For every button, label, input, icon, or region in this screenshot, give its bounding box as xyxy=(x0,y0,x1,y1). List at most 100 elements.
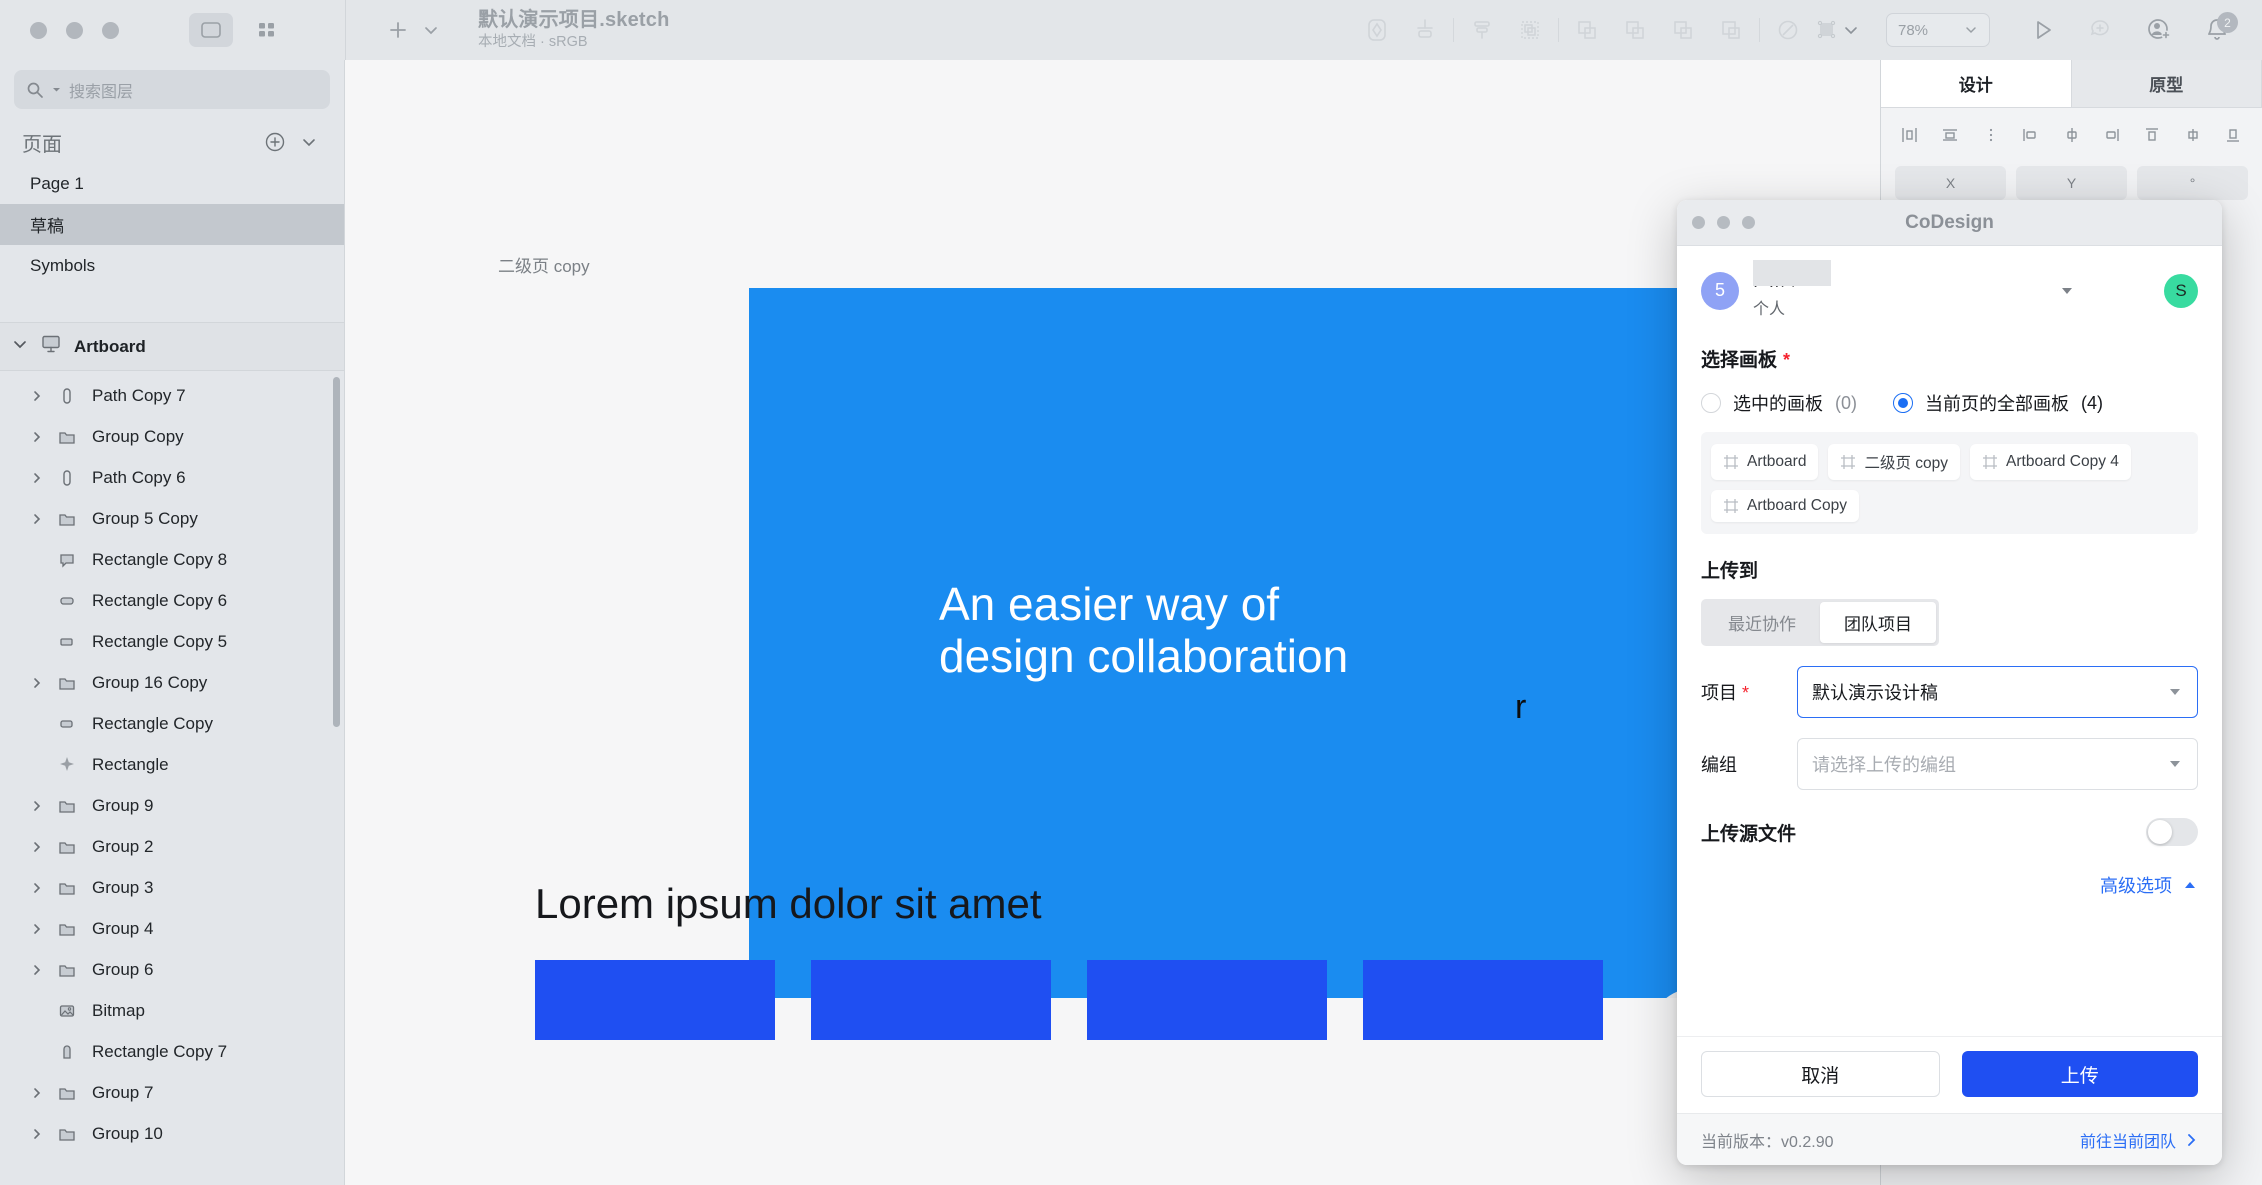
chevron-down-icon[interactable] xyxy=(422,21,440,39)
dialog-close-button[interactable] xyxy=(1692,216,1705,229)
tab-prototype[interactable]: 原型 xyxy=(2071,60,2262,107)
chevron-down-icon[interactable] xyxy=(1843,22,1859,38)
chevron-right-icon[interactable] xyxy=(22,881,52,895)
artboard-chip[interactable]: Artboard Copy 4 xyxy=(1970,444,2131,480)
flatten-button[interactable] xyxy=(1707,10,1755,50)
distribute-button[interactable] xyxy=(1458,10,1506,50)
notifications-button[interactable]: 2 xyxy=(2194,10,2240,50)
page-item-symbols[interactable]: Symbols xyxy=(0,245,344,286)
layers-list[interactable]: Path Copy 7 Group Copy Path Copy 6 Group… xyxy=(0,371,344,1185)
boolean-difference-button[interactable] xyxy=(1659,10,1707,50)
layer-row-rectangle-copy-8[interactable]: Rectangle Copy 8 xyxy=(0,539,344,580)
search-layers-input[interactable]: 搜索图层 xyxy=(14,70,330,109)
dialog-maximize-button[interactable] xyxy=(1742,216,1755,229)
chevron-right-icon[interactable] xyxy=(22,799,52,813)
layer-row-group-9[interactable]: Group 9 xyxy=(0,785,344,826)
mask-button[interactable] xyxy=(1353,10,1401,50)
layer-row-group-16-copy[interactable]: Group 16 Copy xyxy=(0,662,344,703)
team-selector-row[interactable]: 5 团队 个人 S xyxy=(1701,246,2198,333)
maximize-window-button[interactable] xyxy=(102,21,119,39)
chevron-down-icon[interactable] xyxy=(12,336,28,357)
group-select[interactable]: 请选择上传的编组 xyxy=(1797,738,2198,790)
artboard-chip[interactable]: Artboard Copy xyxy=(1711,490,1859,522)
layer-row-rectangle[interactable]: Rectangle xyxy=(0,744,344,785)
go-to-team-link[interactable]: 前往当前团队 xyxy=(2080,1128,2198,1152)
boolean-subtract-button[interactable] xyxy=(1563,10,1611,50)
layer-row-rectangle-copy[interactable]: Rectangle Copy xyxy=(0,703,344,744)
align-left-edge-icon[interactable] xyxy=(2014,120,2048,150)
align-right-edge-icon[interactable] xyxy=(2095,120,2129,150)
layer-row-group-7[interactable]: Group 7 xyxy=(0,1072,344,1113)
dialog-minimize-button[interactable] xyxy=(1717,216,1730,229)
design-canvas[interactable]: 二级页 copy HOME r An easier way of desig xyxy=(345,60,1880,1185)
chevron-right-icon[interactable] xyxy=(22,389,52,403)
chevron-right-icon[interactable] xyxy=(22,922,52,936)
cancel-button[interactable]: 取消 xyxy=(1701,1051,1940,1097)
artboard-chip[interactable]: Artboard xyxy=(1711,444,1819,480)
window-traffic-lights[interactable] xyxy=(30,21,119,39)
tab-design[interactable]: 设计 xyxy=(1881,60,2072,107)
add-page-button[interactable] xyxy=(258,127,292,157)
align-left-icon[interactable] xyxy=(1893,120,1927,150)
rotation-field[interactable]: ° xyxy=(2137,166,2248,200)
segment-team-project[interactable]: 团队项目 xyxy=(1820,602,1936,643)
y-field[interactable]: Y xyxy=(2016,166,2127,200)
align-middle-icon[interactable] xyxy=(2176,120,2210,150)
canvas-view-button[interactable] xyxy=(189,13,233,47)
add-comment-button[interactable] xyxy=(2078,10,2124,50)
layer-row-bitmap[interactable]: Bitmap xyxy=(0,990,344,1031)
chevron-right-icon[interactable] xyxy=(22,676,52,690)
x-field[interactable]: X xyxy=(1895,166,2006,200)
chevron-right-icon[interactable] xyxy=(22,840,52,854)
artboard-name-label[interactable]: 二级页 copy xyxy=(498,252,590,277)
layer-row-group-2[interactable]: Group 2 xyxy=(0,826,344,867)
codesign-upload-dialog[interactable]: CoDesign 5 团队 个人 S 选择画板 * xyxy=(1677,200,2222,1165)
align-vertical-button[interactable] xyxy=(1401,10,1449,50)
page-item-draft[interactable]: 草稿 xyxy=(0,204,344,245)
radio-selected-artboards[interactable]: 选中的画板 (0) xyxy=(1701,390,1857,416)
project-select[interactable]: 默认演示设计稿 xyxy=(1797,666,2198,718)
layer-row-group-10[interactable]: Group 10 xyxy=(0,1113,344,1154)
align-center-horizontal-icon[interactable] xyxy=(1933,120,1967,150)
layer-row-group-6[interactable]: Group 6 xyxy=(0,949,344,990)
advanced-options-link[interactable]: 高级选项 xyxy=(1701,872,2198,898)
more-options-icon[interactable] xyxy=(1974,120,2008,150)
upload-source-file-toggle[interactable] xyxy=(2146,818,2198,846)
team-dropdown-caret[interactable] xyxy=(2054,285,2080,297)
align-bottom-icon[interactable] xyxy=(2216,120,2250,150)
plus-icon[interactable] xyxy=(386,18,410,42)
layer-row-group-3[interactable]: Group 3 xyxy=(0,867,344,908)
grid-view-button[interactable] xyxy=(245,13,289,47)
user-avatar[interactable]: S xyxy=(2164,273,2198,308)
layer-row-rectangle-copy-6[interactable]: Rectangle Copy 6 xyxy=(0,580,344,621)
rotate-copies-button[interactable] xyxy=(1764,10,1812,50)
layer-row-group-copy[interactable]: Group Copy xyxy=(0,416,344,457)
upload-button[interactable]: 上传 xyxy=(1961,1051,2198,1097)
radio-all-artboards[interactable]: 当前页的全部画板 (4) xyxy=(1893,390,2103,416)
chevron-right-icon[interactable] xyxy=(22,512,52,526)
invite-collaborator-button[interactable] xyxy=(2136,10,2182,50)
minimize-window-button[interactable] xyxy=(66,21,83,39)
dialog-traffic-lights[interactable] xyxy=(1692,216,1755,229)
layer-row-rectangle-copy-5[interactable]: Rectangle Copy 5 xyxy=(0,621,344,662)
layer-root-artboard[interactable]: Artboard xyxy=(0,323,344,371)
component-button[interactable] xyxy=(1812,10,1860,50)
chevron-right-icon[interactable] xyxy=(22,1127,52,1141)
page-item-page-1[interactable]: Page 1 xyxy=(0,163,344,204)
chevron-right-icon[interactable] xyxy=(22,471,52,485)
artboard-chip[interactable]: 二级页 copy xyxy=(1828,444,1961,480)
segment-recent-collab[interactable]: 最近协作 xyxy=(1704,602,1820,643)
chevron-right-icon[interactable] xyxy=(22,1086,52,1100)
layer-row-path-copy-7[interactable]: Path Copy 7 xyxy=(0,375,344,416)
zoom-level-selector[interactable]: 78% xyxy=(1886,13,1990,47)
chevron-down-icon[interactable] xyxy=(52,85,61,94)
layer-row-path-copy-6[interactable]: Path Copy 6 xyxy=(0,457,344,498)
boolean-intersect-button[interactable] xyxy=(1611,10,1659,50)
document-title-block[interactable]: 默认演示项目.sketch 本地文档 · sRGB xyxy=(478,9,670,51)
layer-row-group-4[interactable]: Group 4 xyxy=(0,908,344,949)
preview-play-button[interactable] xyxy=(2020,10,2066,50)
pages-collapse-button[interactable] xyxy=(292,127,326,157)
layer-row-rectangle-copy-7[interactable]: Rectangle Copy 7 xyxy=(0,1031,344,1072)
align-top-icon[interactable] xyxy=(2135,120,2169,150)
chevron-right-icon[interactable] xyxy=(22,430,52,444)
